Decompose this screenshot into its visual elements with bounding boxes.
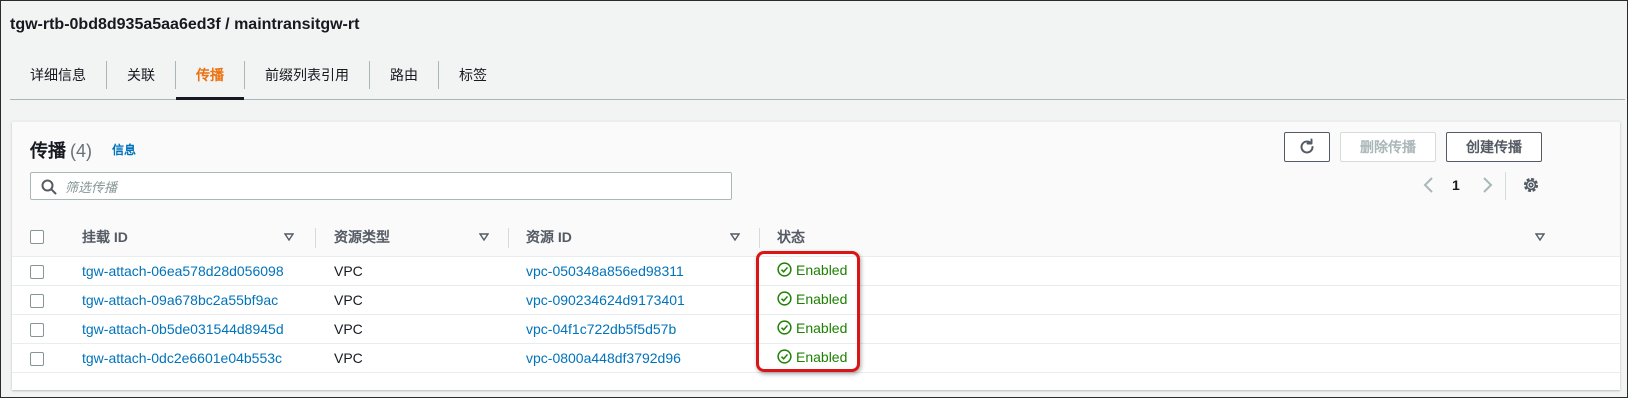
chevron-right-icon[interactable] [1480,176,1494,194]
select-all-checkbox[interactable] [30,230,44,244]
pager-divider [1505,172,1506,200]
sort-caret-down-icon[interactable] [730,232,740,242]
status-badge: Enabled [777,291,847,307]
row-select-cell [12,285,62,315]
status-cell: Enabled [760,285,1620,315]
resource-type-cell: VPC [316,343,509,373]
resource-type-cell: VPC [316,314,509,344]
page-title: tgw-rtb-0bd8d935a5aa6ed3f / maintransitg… [10,16,360,33]
select-all-cell [12,218,62,257]
attachment-id-link[interactable]: tgw-attach-06ea578d28d056098 [82,263,284,279]
propagations-table: 挂载 ID 资源类型 资源 ID 状态 tgw-attach-06ea578d2… [12,218,1620,373]
panel-title: 传播 (4) [30,137,92,163]
column-label: 状态 [777,229,805,245]
tab-propagations[interactable]: 传播 [176,51,244,100]
attachment-id-cell: tgw-attach-0dc2e6601e04b553c [62,343,316,373]
resource-id-cell: vpc-050348a856ed98311 [509,256,760,286]
app-frame: tgw-rtb-0bd8d935a5aa6ed3f / maintransitg… [0,0,1628,398]
row-checkbox[interactable] [30,265,44,280]
row-select-cell [12,343,62,373]
table-header-row: 挂载 ID 资源类型 资源 ID 状态 [12,218,1620,257]
status-cell: Enabled [760,256,1620,286]
status-cell: Enabled [760,343,1620,373]
refresh-icon [1300,138,1314,154]
resource-type-cell: VPC [316,285,509,315]
check-circle-icon [777,349,792,364]
status-cell: Enabled [760,314,1620,344]
resource-id-cell: vpc-090234624d9173401 [509,285,760,315]
refresh-button[interactable] [1284,132,1330,162]
resource-id-cell: vpc-0800a448df3792d96 [509,343,760,373]
row-checkbox[interactable] [30,323,44,338]
tab-tags[interactable]: 标签 [439,51,507,99]
attachment-id-cell: tgw-attach-0b5de031544d8945d [62,314,316,344]
tab-prefix-list-references[interactable]: 前缀列表引用 [245,51,369,99]
attachment-id-cell: tgw-attach-09a678bc2a55bf9ac [62,285,316,315]
row-checkbox[interactable] [30,294,44,309]
search-icon [41,179,57,195]
column-header-resource-id[interactable]: 资源 ID [509,218,760,257]
column-header-resource-type[interactable]: 资源类型 [316,218,509,257]
attachment-id-link[interactable]: tgw-attach-0dc2e6601e04b553c [82,350,282,366]
sort-caret-down-icon[interactable] [1535,232,1545,242]
status-text: Enabled [796,261,848,278]
page-number[interactable]: 1 [1452,177,1460,193]
resource-id-link[interactable]: vpc-090234624d9173401 [526,292,685,308]
chevron-left-icon[interactable] [1422,176,1436,194]
row-select-cell [12,256,62,286]
search-input[interactable] [63,176,717,198]
panel-count: (4) [70,141,92,161]
resource-id-cell: vpc-04f1c722db5f5d57b [509,314,760,344]
info-link[interactable]: 信息 [112,141,136,158]
tab-details[interactable]: 详细信息 [10,51,106,99]
status-text: Enabled [796,348,848,365]
status-badge: Enabled [777,349,847,365]
attachment-id-link[interactable]: tgw-attach-09a678bc2a55bf9ac [82,292,278,308]
tab-associations[interactable]: 关联 [107,51,175,99]
tab-routes[interactable]: 路由 [370,51,438,99]
panel-title-text: 传播 [30,141,66,161]
resource-type-cell: VPC [316,256,509,286]
propagations-panel: 传播(4) 信息 删除传播 创建传播 1 [12,121,1620,390]
column-label: 资源类型 [334,229,390,245]
gear-icon[interactable] [1522,176,1540,194]
attachment-id-link[interactable]: tgw-attach-0b5de031544d8945d [82,321,284,337]
tab-bar: 详细信息 关联 传播 前缀列表引用 路由 标签 [10,51,1625,100]
column-header-status[interactable]: 状态 [760,218,1620,257]
table-row[interactable]: tgw-attach-09a678bc2a55bf9ac VPC vpc-090… [12,285,1620,315]
table-row[interactable]: tgw-attach-0dc2e6601e04b553c VPC vpc-080… [12,343,1620,373]
sort-caret-down-icon[interactable] [284,232,294,242]
search-box [30,172,732,200]
status-text: Enabled [796,290,848,307]
check-circle-icon [777,262,792,277]
check-circle-icon [777,320,792,335]
sort-caret-down-icon[interactable] [479,232,489,242]
column-label: 资源 ID [526,229,572,245]
table-row[interactable]: tgw-attach-06ea578d28d056098 VPC vpc-050… [12,256,1620,286]
resource-id-link[interactable]: vpc-0800a448df3792d96 [526,350,681,366]
row-select-cell [12,314,62,344]
resource-id-link[interactable]: vpc-04f1c722db5f5d57b [526,321,676,337]
delete-propagation-button[interactable]: 删除传播 [1340,132,1436,162]
create-propagation-button[interactable]: 创建传播 [1446,132,1542,162]
panel-header: 传播(4) 信息 删除传播 创建传播 1 [12,122,1620,219]
resource-id-link[interactable]: vpc-050348a856ed98311 [526,263,684,279]
attachment-id-cell: tgw-attach-06ea578d28d056098 [62,256,316,286]
status-badge: Enabled [777,320,847,336]
table-row[interactable]: tgw-attach-0b5de031544d8945d VPC vpc-04f… [12,314,1620,344]
status-badge: Enabled [777,262,847,278]
check-circle-icon [777,291,792,306]
row-checkbox[interactable] [30,352,44,367]
column-header-attachment-id[interactable]: 挂载 ID [62,218,316,257]
status-text: Enabled [796,319,848,336]
column-label: 挂载 ID [82,229,128,245]
